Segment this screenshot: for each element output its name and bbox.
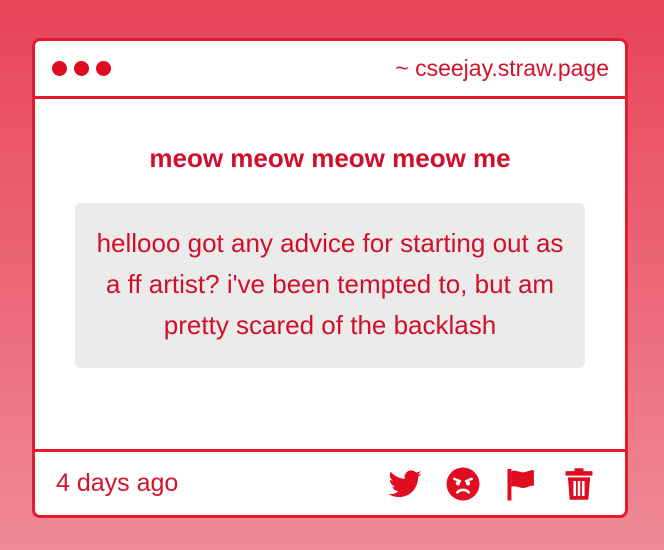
action-bar	[387, 466, 597, 502]
flag-icon[interactable]	[503, 466, 539, 502]
post-footer: 4 days ago	[35, 449, 625, 515]
window-titlebar: ~ cseejay.straw.page	[35, 41, 625, 99]
window-dot	[52, 61, 67, 76]
window-dot	[74, 61, 89, 76]
trash-icon[interactable]	[561, 466, 597, 502]
post-title: meow meow meow meow me	[149, 143, 511, 173]
post-content: meow meow meow meow me hellooo got any a…	[35, 99, 625, 449]
angry-face-icon[interactable]	[445, 466, 481, 502]
window-dot	[96, 61, 111, 76]
site-url[interactable]: ~ cseejay.straw.page	[395, 55, 609, 82]
post-card: ~ cseejay.straw.page meow meow meow meow…	[32, 38, 628, 518]
twitter-icon[interactable]	[387, 466, 423, 502]
message-box: hellooo got any advice for starting out …	[75, 203, 585, 368]
message-text: hellooo got any advice for starting out …	[96, 228, 564, 340]
timestamp: 4 days ago	[56, 469, 179, 497]
window-dots	[52, 61, 111, 76]
